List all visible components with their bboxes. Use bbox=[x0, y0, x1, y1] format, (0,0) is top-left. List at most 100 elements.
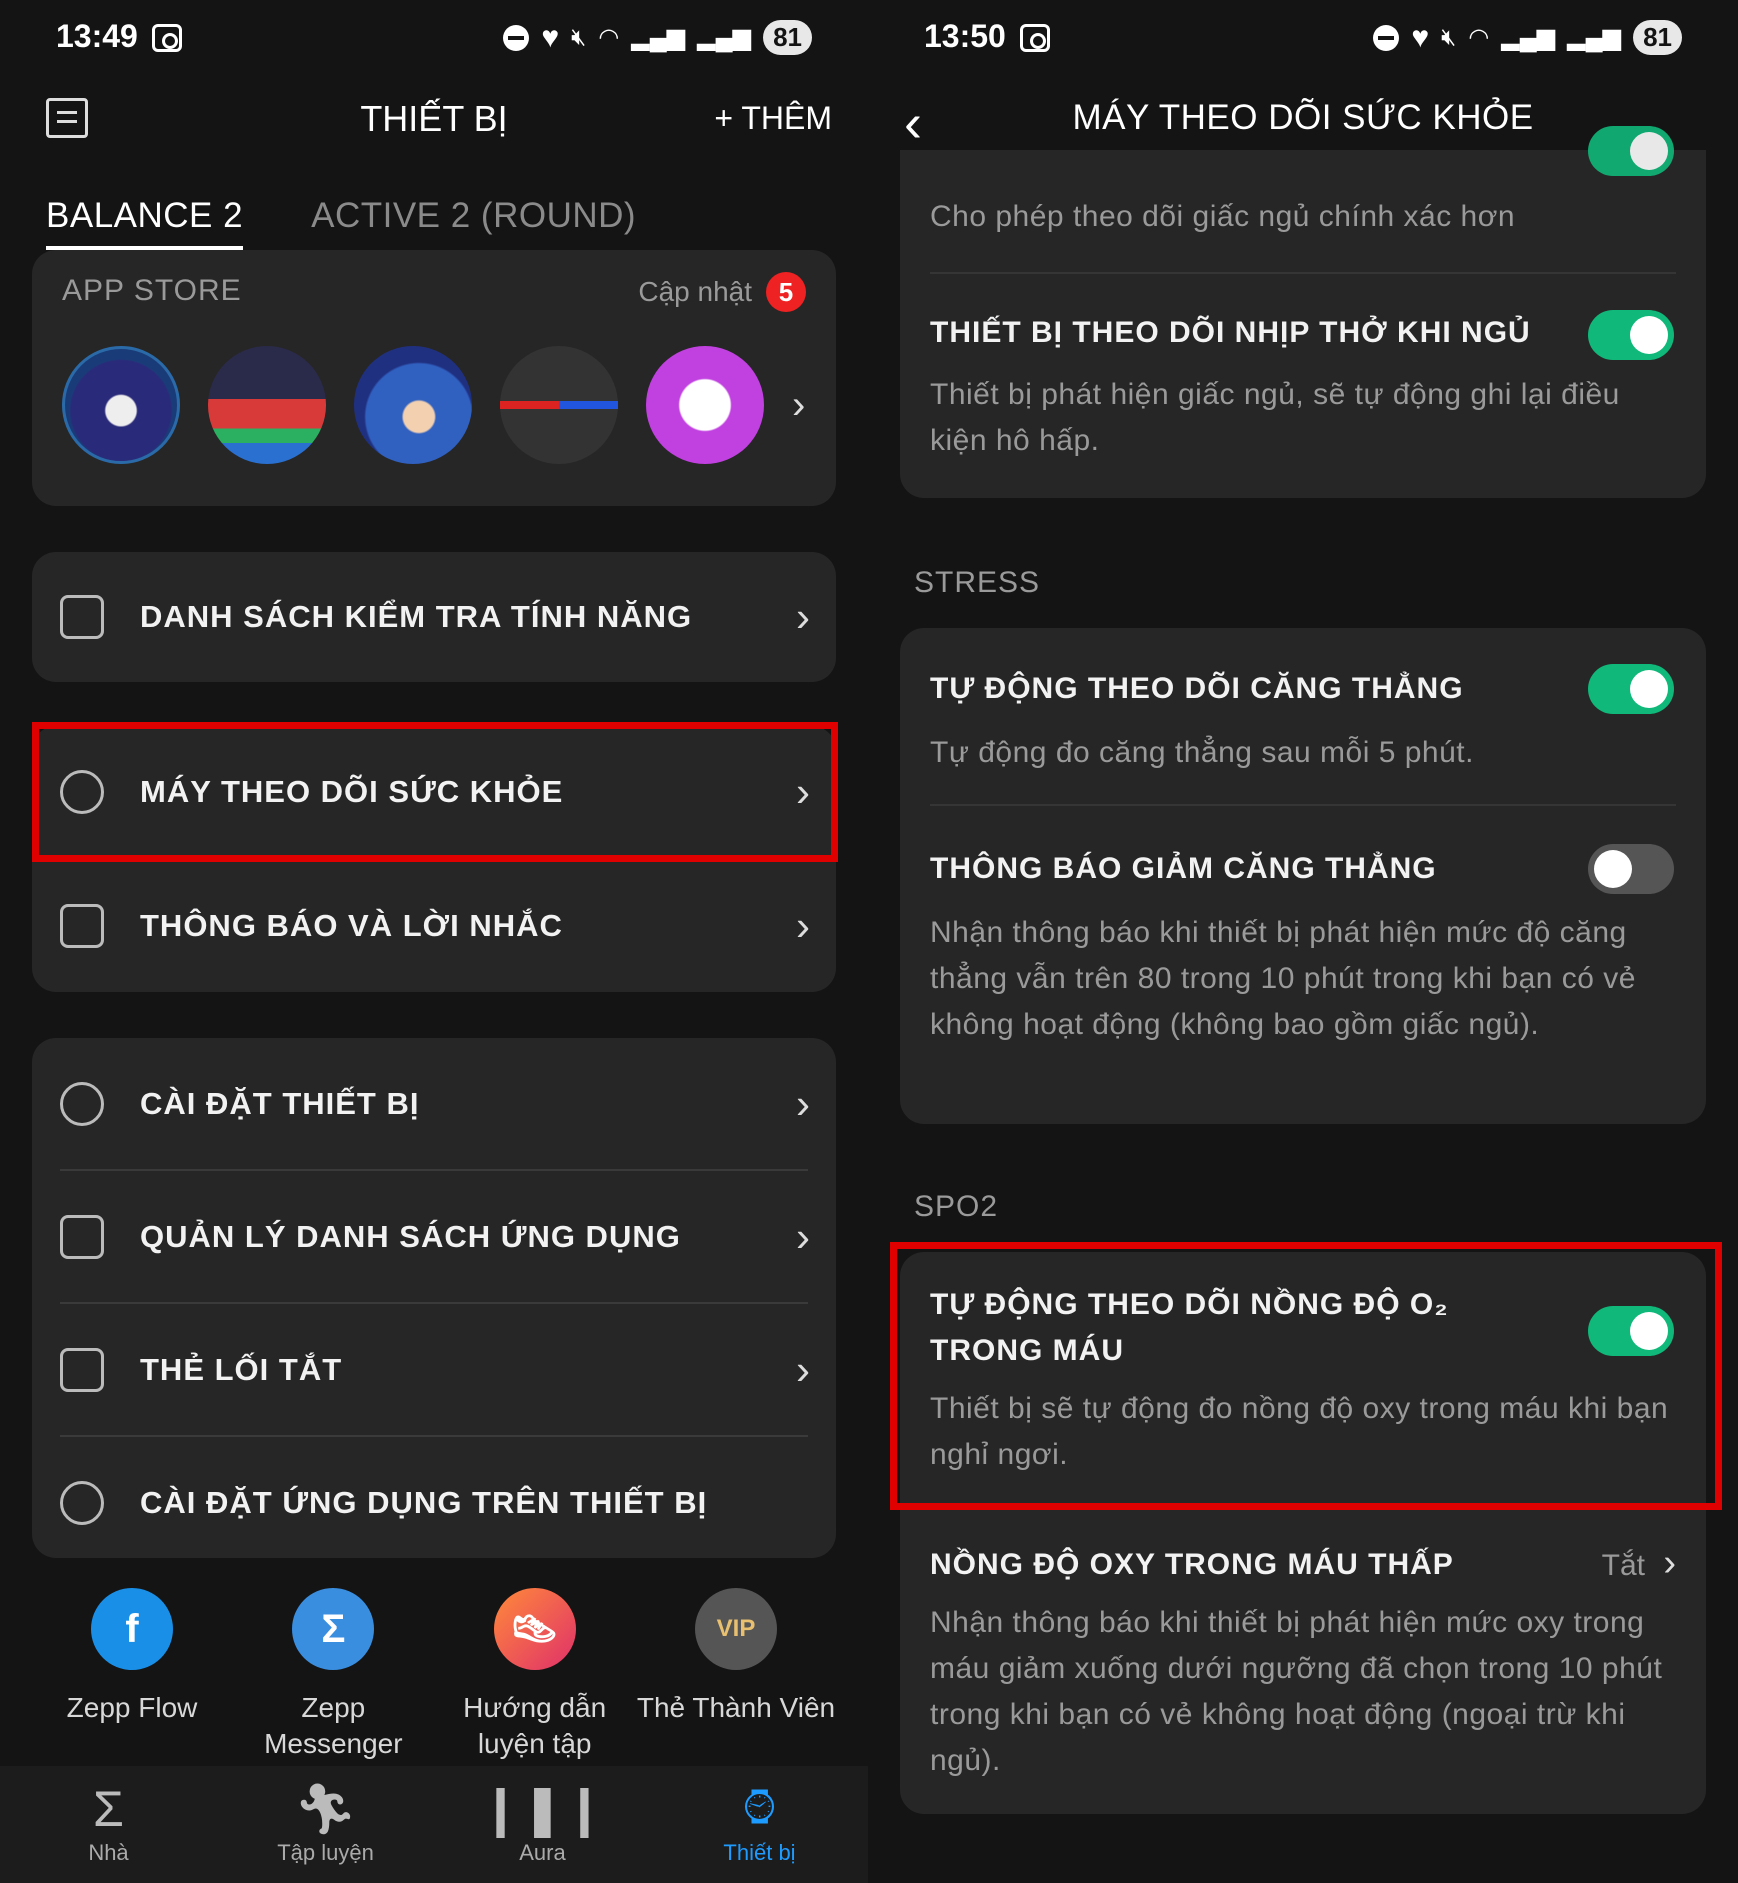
status-time: 13:50 bbox=[924, 18, 1006, 54]
low-spo2-value-text: Tắt bbox=[1601, 1549, 1645, 1582]
tab-balance-2[interactable]: BALANCE 2 bbox=[46, 196, 244, 250]
divider bbox=[930, 804, 1676, 806]
shortcut-zepp-flow[interactable]: f Zepp Flow bbox=[32, 1588, 232, 1762]
zepp-messenger-icon: Σ bbox=[292, 1588, 375, 1670]
battery-indicator: 81 bbox=[1633, 20, 1682, 55]
update-label: Cập nhật bbox=[638, 276, 752, 307]
sleep-breathing-toggle[interactable] bbox=[1588, 310, 1674, 360]
add-device-button[interactable]: + THÊM bbox=[714, 100, 832, 137]
status-bar: 13:50 ♥ 🔇︎ ◠ ▂▄▆ ▂▄▆ 81 bbox=[868, 0, 1738, 76]
nav-home[interactable]: Σ Nhà bbox=[0, 1766, 217, 1883]
shortcut-training-guide[interactable]: 👟︎ Hướng dẫn luyện tập bbox=[435, 1588, 635, 1762]
heart-icon: ♥ bbox=[541, 20, 560, 54]
app-thumbnail-ribbon[interactable] bbox=[500, 346, 618, 464]
app-thumbnail-rabbit[interactable] bbox=[62, 346, 180, 464]
nav-device[interactable]: ⌚︎ Thiết bị bbox=[651, 1766, 868, 1883]
chevron-right-icon: › bbox=[796, 1213, 810, 1260]
nav-workout[interactable]: 🏃︎ Tập luyện bbox=[217, 1766, 434, 1883]
watch-icon bbox=[60, 1082, 104, 1126]
nav-label: Aura bbox=[519, 1840, 566, 1865]
checklist-card: DANH SÁCH KIỂM TRA TÍNH NĂNG › bbox=[32, 552, 836, 682]
update-count-badge: 5 bbox=[766, 272, 806, 312]
menu-item-checklist[interactable]: DANH SÁCH KIỂM TRA TÍNH NĂNG › bbox=[32, 552, 836, 682]
chevron-right-icon: › bbox=[796, 593, 810, 640]
toggle-knob bbox=[1630, 316, 1668, 354]
shortcut-apps: f Zepp Flow Σ Zepp Messenger 👟︎ Hướng dẫ… bbox=[32, 1588, 836, 1762]
bottom-navigation: Σ Nhà 🏃︎ Tập luyện ❙❚❙ Aura ⌚︎ Thiết bị bbox=[0, 1766, 868, 1883]
app-thumbnail-diet[interactable] bbox=[646, 346, 764, 464]
shoe-icon: 👟︎ bbox=[493, 1588, 576, 1670]
screenshot-icon bbox=[1020, 24, 1050, 52]
nav-label: Nhà bbox=[88, 1840, 129, 1865]
nav-label: Tập luyện bbox=[277, 1840, 374, 1865]
shortcut-label: Thẻ Thành Viên bbox=[636, 1692, 836, 1723]
shortcut-label: Zepp Messenger bbox=[264, 1692, 403, 1759]
chevron-right-icon: › bbox=[796, 1080, 810, 1127]
cards-icon bbox=[60, 1348, 104, 1392]
low-spo2-value[interactable]: Tắt › bbox=[1602, 1542, 1676, 1585]
app-store-label: APP STORE bbox=[62, 274, 242, 307]
sigma-icon: Σ bbox=[93, 1781, 124, 1837]
mute-icon: 🔇︎ bbox=[571, 23, 587, 51]
status-time: 13:49 bbox=[56, 18, 138, 54]
chevron-right-icon[interactable]: › bbox=[792, 383, 805, 428]
zepp-flow-icon: f bbox=[91, 1588, 173, 1670]
app-thumbnail-sleep[interactable] bbox=[354, 346, 472, 464]
signal-icon: ▂▄▆ bbox=[1567, 23, 1622, 51]
chevron-right-icon: › bbox=[1663, 1542, 1676, 1584]
menu-item-label: DANH SÁCH KIỂM TRA TÍNH NĂNG bbox=[140, 599, 693, 634]
divider bbox=[930, 272, 1676, 274]
grid-icon bbox=[60, 1215, 104, 1259]
health-monitor-screen: 13:50 ♥ 🔇︎ ◠ ▂▄▆ ▂▄▆ 81 ‹ MÁY THEO DÕI S… bbox=[868, 0, 1738, 1883]
shortcut-label: Zepp Flow bbox=[66, 1692, 198, 1723]
menu-item-label: THÔNG BÁO VÀ LỜI NHẮC bbox=[140, 908, 563, 943]
signal-icon: ▂▄▆ bbox=[1501, 23, 1556, 51]
menu-item-app-list[interactable]: QUẢN LÝ DANH SÁCH ỨNG DỤNG › bbox=[32, 1171, 836, 1303]
section-header-stress: STRESS bbox=[914, 566, 1041, 599]
app-thumbnail-chess[interactable] bbox=[208, 346, 326, 464]
top-header: THIẾT BỊ + THÊM bbox=[0, 76, 868, 176]
sound-wave-icon: ❙❚❙ bbox=[479, 1781, 606, 1837]
relax-alert-toggle[interactable] bbox=[1588, 844, 1674, 894]
wifi-icon: ◠ bbox=[1468, 23, 1490, 51]
menu-item-notifications[interactable]: THÔNG BÁO VÀ LỜI NHẮC › bbox=[32, 860, 836, 992]
nav-label: Thiết bị bbox=[723, 1840, 796, 1865]
sleep-accuracy-toggle[interactable] bbox=[1588, 126, 1674, 176]
menu-item-device-settings[interactable]: CÀI ĐẶT THIẾT BỊ › bbox=[32, 1038, 836, 1170]
toggle-knob bbox=[1630, 670, 1668, 708]
status-bar: 13:49 ♥ 🔇︎ ◠ ▂▄▆ ▂▄▆ 81 bbox=[0, 0, 868, 76]
auto-stress-toggle[interactable] bbox=[1588, 664, 1674, 714]
heart-icon: ♥ bbox=[1411, 20, 1430, 54]
shortcut-zepp-messenger[interactable]: Σ Zepp Messenger bbox=[233, 1588, 433, 1762]
menu-item-label: CÀI ĐẶT THIẾT BỊ bbox=[140, 1086, 420, 1121]
chevron-right-icon: › bbox=[796, 1346, 810, 1393]
menu-item-label: QUẢN LÝ DANH SÁCH ỨNG DỤNG bbox=[140, 1219, 681, 1254]
low-spo2-desc: Nhận thông báo khi thiết bị phát hiện mứ… bbox=[930, 1606, 1663, 1777]
hexagon-settings-icon bbox=[60, 1481, 104, 1525]
auto-stress-title: TỰ ĐỘNG THEO DÕI CĂNG THẲNG bbox=[930, 672, 1464, 705]
app-store-card: APP STORE Cập nhật 5 › bbox=[32, 250, 836, 506]
battery-indicator: 81 bbox=[763, 20, 812, 55]
do-not-disturb-icon bbox=[1373, 24, 1400, 51]
checklist-icon bbox=[60, 595, 104, 639]
menu-item-app-settings[interactable]: CÀI ĐẶT ỨNG DỤNG TRÊN THIẾT BỊ bbox=[32, 1437, 836, 1569]
shortcut-membership-card[interactable]: VIP Thẻ Thành Viên bbox=[636, 1588, 836, 1762]
watch-icon: ⌚︎ bbox=[734, 1781, 785, 1837]
chevron-right-icon: › bbox=[796, 902, 810, 949]
signal-icon: ▂▄▆ bbox=[631, 23, 686, 51]
auto-stress-desc: Tự động đo căng thẳng sau mỗi 5 phút. bbox=[930, 736, 1474, 769]
tab-active-2-round[interactable]: ACTIVE 2 (ROUND) bbox=[311, 196, 636, 250]
section-header-spo2: SPO2 bbox=[914, 1190, 999, 1223]
vip-icon: VIP bbox=[694, 1588, 777, 1670]
toggle-knob bbox=[1594, 850, 1632, 888]
do-not-disturb-icon bbox=[503, 24, 530, 51]
menu-item-shortcut-cards[interactable]: THẺ LỐI TẮT › bbox=[32, 1304, 836, 1436]
update-link[interactable]: Cập nhật 5 bbox=[638, 272, 806, 312]
screenshot-icon bbox=[152, 24, 182, 52]
relax-alert-desc: Nhận thông báo khi thiết bị phát hiện mứ… bbox=[930, 916, 1636, 1041]
highlight-box bbox=[890, 1242, 1722, 1510]
device-screen: 13:49 ♥ 🔇︎ ◠ ▂▄▆ ▂▄▆ 81 THIẾT BỊ + THÊM … bbox=[0, 0, 868, 1883]
menu-item-label: CÀI ĐẶT ỨNG DỤNG TRÊN THIẾT BỊ bbox=[140, 1485, 708, 1520]
wifi-icon: ◠ bbox=[598, 23, 620, 51]
nav-aura[interactable]: ❙❚❙ Aura bbox=[434, 1766, 651, 1883]
